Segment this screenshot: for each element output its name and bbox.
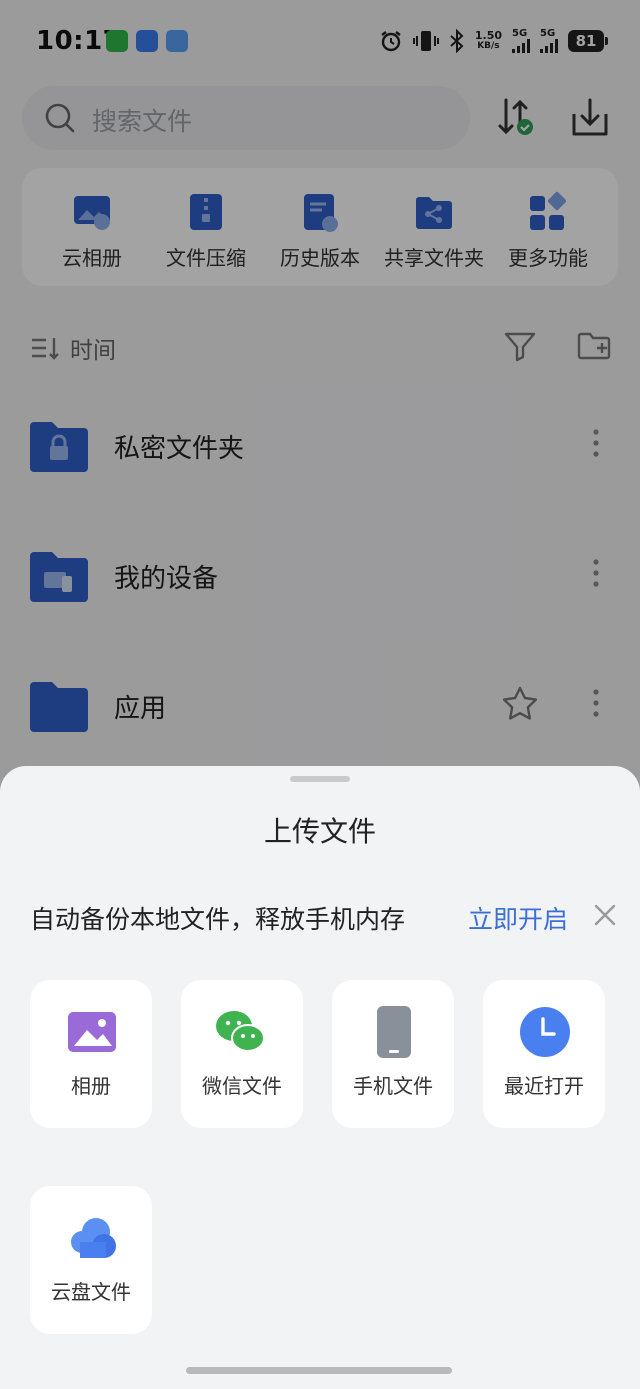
close-icon[interactable] xyxy=(592,902,618,928)
wechat-icon xyxy=(216,1011,265,1052)
gallery-icon xyxy=(68,1012,116,1052)
backup-prompt-text: 自动备份本地文件，释放手机内存 xyxy=(30,905,406,934)
sheet-title: 上传文件 xyxy=(263,815,376,848)
source-phone-files[interactable]: 手机文件 xyxy=(332,980,454,1128)
phone-icon xyxy=(377,1006,411,1058)
clock-icon xyxy=(520,1007,570,1057)
source-cloud-files[interactable]: 云盘文件 xyxy=(30,1186,152,1334)
source-recent[interactable]: 最近打开 xyxy=(483,980,605,1128)
home-indicator[interactable] xyxy=(186,1367,452,1374)
enable-backup-link[interactable]: 立即开启 xyxy=(468,900,568,936)
sheet-drag-handle[interactable] xyxy=(290,776,350,782)
upload-bottom-sheet: 上传文件 自动备份本地文件，释放手机内存 立即开启 相册 微信文件 手机文件 最… xyxy=(0,766,640,1389)
cloud-icon xyxy=(71,1218,116,1258)
source-wechat[interactable]: 微信文件 xyxy=(181,980,303,1128)
source-gallery[interactable]: 相册 xyxy=(30,980,152,1128)
